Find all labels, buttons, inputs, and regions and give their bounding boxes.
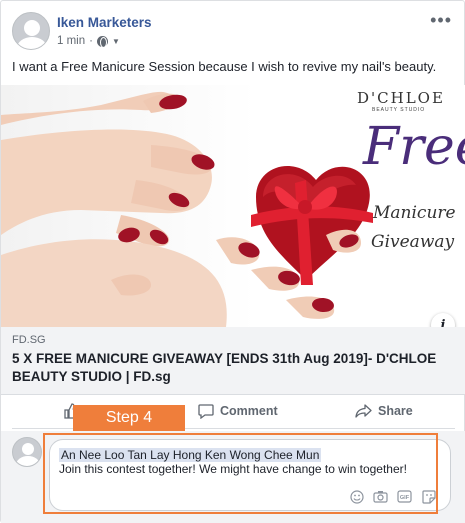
sticker-icon[interactable] [421, 489, 436, 504]
brand-logo: D'CHLOE [357, 89, 445, 107]
post-header: Iken Marketers 1 min · ▼ ••• [12, 10, 452, 52]
post-meta: 1 min · ▼ [57, 35, 120, 48]
link-domain: FD.SG [12, 334, 46, 346]
post-text: I want a Free Manicure Session because I… [12, 59, 437, 74]
gif-icon[interactable]: GIF [397, 489, 412, 504]
emoji-icon[interactable] [349, 489, 364, 504]
brand-subtitle: BEAUTY STUDIO [372, 107, 426, 113]
share-button[interactable]: Share [355, 403, 413, 419]
link-image[interactable]: D'CHLOE BEAUTY STUDIO Free Manicure Give… [1, 85, 465, 327]
comment-text[interactable]: Join this contest together! We might hav… [59, 462, 407, 476]
share-label: Share [378, 404, 413, 418]
comment-label: Comment [220, 404, 278, 418]
tagged-friends[interactable]: An Nee Loo Tan Lay Hong Ken Wong Chee Mu… [59, 448, 322, 462]
facebook-post: Iken Marketers 1 min · ▼ ••• I want a Fr… [0, 0, 465, 523]
image-line-2: Giveaway [371, 232, 455, 252]
link-title[interactable]: 5 X FREE MANICURE GIVEAWAY [ENDS 31th Au… [12, 350, 452, 386]
globe-icon[interactable] [96, 35, 108, 48]
step-annotation-badge: Step 4 [73, 405, 185, 431]
author-name[interactable]: Iken Marketers [57, 15, 152, 30]
link-preview[interactable]: FD.SG 5 X FREE MANICURE GIVEAWAY [ENDS 3… [1, 327, 465, 395]
caret-down-icon[interactable]: ▼ [112, 37, 120, 46]
comment-icon [198, 404, 214, 419]
post-time[interactable]: 1 min [57, 35, 85, 47]
image-line-1: Manicure [373, 203, 456, 223]
comment-tools: GIF [349, 489, 436, 504]
more-icon[interactable]: ••• [430, 10, 452, 31]
comment-button[interactable]: Comment [198, 403, 278, 419]
share-icon [355, 404, 372, 418]
author-avatar[interactable] [12, 12, 50, 50]
svg-text:GIF: GIF [400, 495, 410, 501]
camera-icon[interactable] [373, 489, 388, 504]
image-headline: Free [363, 117, 465, 177]
commenter-avatar [12, 437, 42, 467]
